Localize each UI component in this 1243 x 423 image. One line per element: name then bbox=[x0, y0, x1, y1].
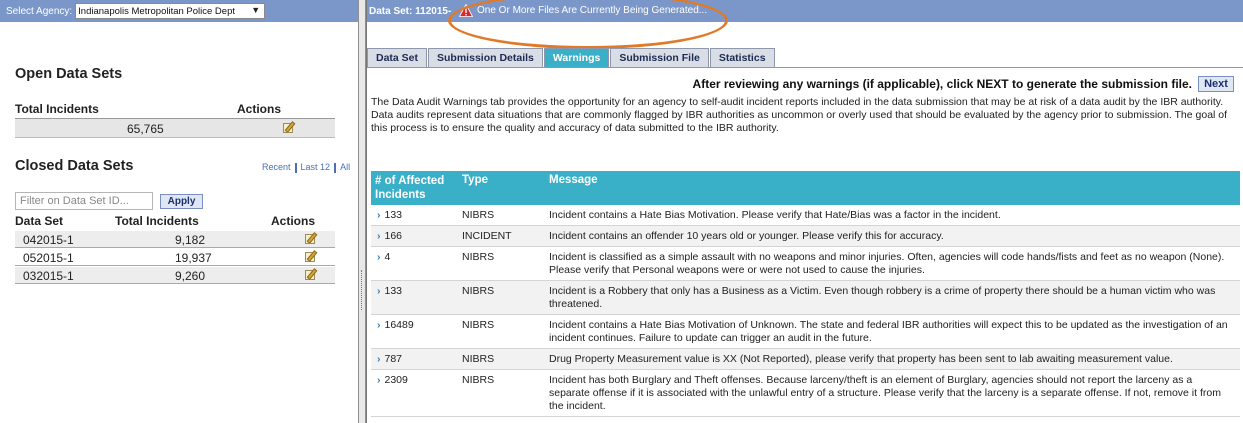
tab-bar: Data Set Submission Details Warnings Sub… bbox=[367, 48, 776, 68]
closed-col-total: Total Incidents bbox=[115, 214, 199, 228]
warnings-description: The Data Audit Warnings tab provides the… bbox=[371, 96, 1228, 134]
open-data-sets-header: Total Incidents Actions bbox=[15, 99, 335, 119]
warnings-grid: # of Affected Incidents Type Message › 13… bbox=[371, 171, 1240, 417]
warning-row[interactable]: › 787 NIBRS Drug Property Measurement val… bbox=[371, 349, 1240, 370]
closed-data-set-row[interactable]: 052015-1 19,937 bbox=[15, 249, 335, 266]
panel-splitter[interactable] bbox=[358, 0, 366, 423]
affected-count-value: 16489 bbox=[384, 319, 414, 331]
expand-chevron-icon[interactable]: › bbox=[377, 285, 381, 297]
open-data-sets-title: Open Data Sets bbox=[15, 66, 123, 82]
closed-dataset-id: 052015-1 bbox=[23, 251, 74, 265]
warning-type: NIBRS bbox=[462, 251, 495, 263]
affected-count: › 133 bbox=[377, 209, 402, 222]
splitter-grip[interactable] bbox=[361, 270, 363, 310]
warning-row[interactable]: › 16489 NIBRS Incident contains a Hate Bi… bbox=[371, 315, 1240, 349]
edit-icon[interactable] bbox=[305, 268, 320, 281]
open-col-actions: Actions bbox=[237, 102, 282, 116]
tab-data-set[interactable]: Data Set bbox=[367, 48, 428, 67]
warning-message: Incident contains a Hate Bias Motivation… bbox=[549, 319, 1228, 344]
warning-row[interactable]: › 4 NIBRS Incident is classified as a sim… bbox=[371, 247, 1240, 281]
affected-count: › 16489 bbox=[377, 319, 414, 332]
col-affected-incidents: # of Affected Incidents bbox=[375, 175, 445, 201]
open-total-incidents: 65,765 bbox=[127, 122, 164, 136]
edit-icon[interactable] bbox=[283, 121, 298, 134]
agency-select-value: Indianapolis Metropolitan Police Dept bbox=[78, 5, 235, 17]
closed-data-set-row[interactable]: 042015-1 9,182 bbox=[15, 231, 335, 248]
open-data-set-row[interactable]: 65,765 bbox=[15, 119, 335, 138]
warning-message: Drug Property Measurement value is XX (N… bbox=[549, 353, 1173, 365]
closed-col-actions: Actions bbox=[271, 214, 316, 228]
affected-count-value: 133 bbox=[384, 209, 403, 221]
grid-header: # of Affected Incidents Type Message bbox=[371, 171, 1240, 205]
affected-count: › 4 bbox=[377, 251, 390, 264]
col-message: Message bbox=[549, 174, 598, 186]
warning-type: INCIDENT bbox=[462, 230, 512, 242]
dataset-filter-input[interactable]: Filter on Data Set ID... bbox=[15, 192, 153, 210]
chevron-down-icon: ▼ bbox=[251, 5, 261, 15]
warning-type: NIBRS bbox=[462, 374, 495, 386]
warning-type: NIBRS bbox=[462, 353, 495, 365]
affected-count: › 2309 bbox=[377, 374, 408, 387]
warning-type: NIBRS bbox=[462, 319, 495, 331]
link-recent[interactable]: Recent bbox=[262, 162, 291, 172]
expand-chevron-icon[interactable]: › bbox=[377, 230, 381, 242]
edit-icon[interactable] bbox=[305, 250, 320, 263]
next-instructions: After reviewing any warnings (if applica… bbox=[693, 76, 1234, 92]
affected-count: › 166 bbox=[377, 230, 402, 243]
warning-message: Incident contains an offender 10 years o… bbox=[549, 230, 944, 242]
expand-chevron-icon[interactable]: › bbox=[377, 353, 381, 365]
affected-count-value: 4 bbox=[384, 251, 391, 263]
agency-select[interactable]: Indianapolis Metropolitan Police Dept ▼ bbox=[75, 3, 266, 19]
closed-data-set-row[interactable]: 032015-1 9,260 bbox=[15, 267, 335, 284]
agency-panel: Select Agency: Indianapolis Metropolitan… bbox=[0, 0, 358, 423]
warning-row[interactable]: › 2309 NIBRS Incident has both Burglary a… bbox=[371, 370, 1240, 417]
closed-data-sets-title: Closed Data Sets bbox=[15, 158, 134, 174]
apply-button[interactable]: Apply bbox=[160, 194, 203, 209]
closed-total-incidents: 9,182 bbox=[175, 233, 206, 247]
warning-type: NIBRS bbox=[462, 285, 495, 297]
edit-icon[interactable] bbox=[305, 232, 320, 245]
affected-count-value: 166 bbox=[384, 230, 403, 242]
link-last-12[interactable]: Last 12 bbox=[301, 162, 331, 172]
closed-total-incidents: 19,937 bbox=[175, 251, 212, 265]
open-col-total: Total Incidents bbox=[15, 102, 99, 116]
tab-warnings[interactable]: Warnings bbox=[543, 48, 610, 67]
expand-chevron-icon[interactable]: › bbox=[377, 209, 381, 221]
expand-chevron-icon[interactable]: › bbox=[377, 319, 381, 331]
affected-count-value: 787 bbox=[384, 353, 403, 365]
data-set-label: Data Set: 112015- bbox=[369, 5, 452, 17]
col-type: Type bbox=[462, 174, 488, 186]
affected-count: › 133 bbox=[377, 285, 402, 298]
warning-message: Incident contains a Hate Bias Motivation… bbox=[549, 209, 1001, 221]
warning-message: Incident is a Robbery that only has a Bu… bbox=[549, 285, 1216, 310]
warnings-content: After reviewing any warnings (if applica… bbox=[367, 67, 1243, 423]
closed-dataset-id: 032015-1 bbox=[23, 269, 74, 283]
closed-data-sets-header: Data Set Total Incidents Actions bbox=[15, 212, 335, 230]
data-set-panel: Data Set: 112015- One Or More Files Are … bbox=[366, 0, 1243, 423]
warning-row[interactable]: › 133 NIBRS Incident contains a Hate Bias… bbox=[371, 205, 1240, 226]
tab-statistics[interactable]: Statistics bbox=[709, 48, 775, 67]
warning-row[interactable]: › 133 NIBRS Incident is a Robbery that on… bbox=[371, 281, 1240, 315]
closed-dataset-id: 042015-1 bbox=[23, 233, 74, 247]
highlight-ellipse bbox=[448, 0, 728, 49]
expand-chevron-icon[interactable]: › bbox=[377, 374, 381, 386]
agency-label: Select Agency: bbox=[6, 5, 73, 17]
closed-col-dataset: Data Set bbox=[15, 214, 64, 228]
expand-chevron-icon[interactable]: › bbox=[377, 251, 381, 263]
link-all[interactable]: All bbox=[340, 162, 350, 172]
closed-range-links: Recent Last 12 All bbox=[262, 162, 350, 173]
warning-message: Incident is classified as a simple assau… bbox=[549, 251, 1225, 276]
next-instruction-text: After reviewing any warnings (if applica… bbox=[692, 77, 1192, 91]
tab-submission-file[interactable]: Submission File bbox=[610, 48, 709, 67]
affected-count: › 787 bbox=[377, 353, 402, 366]
warning-row[interactable]: › 166 INCIDENT Incident contains an offen… bbox=[371, 226, 1240, 247]
next-button[interactable]: Next bbox=[1198, 76, 1234, 92]
closed-total-incidents: 9,260 bbox=[175, 269, 206, 283]
warning-message: Incident has both Burglary and Theft off… bbox=[549, 374, 1221, 412]
agency-bar: Select Agency: Indianapolis Metropolitan… bbox=[0, 0, 358, 22]
warning-type: NIBRS bbox=[462, 209, 495, 221]
affected-count-value: 2309 bbox=[384, 374, 408, 386]
tab-submission-details[interactable]: Submission Details bbox=[428, 48, 543, 67]
affected-count-value: 133 bbox=[384, 285, 403, 297]
